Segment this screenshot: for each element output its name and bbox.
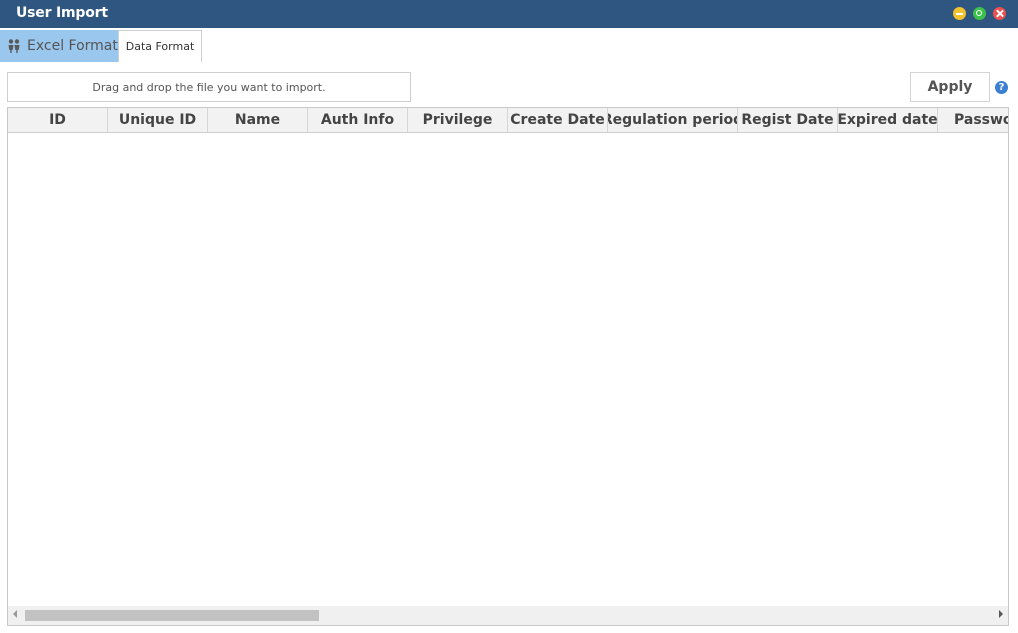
restore-icon[interactable] — [973, 7, 986, 20]
tab-data-format-label: Data Format — [125, 40, 195, 53]
window-title: User Import — [16, 5, 108, 21]
column-header-unique-id[interactable]: Unique ID — [108, 108, 208, 132]
column-header-name[interactable]: Name — [208, 108, 308, 132]
title-bar[interactable]: User Import — [0, 0, 1018, 28]
scroll-right-icon[interactable] — [999, 610, 1003, 618]
horizontal-scrollbar[interactable] — [8, 606, 1008, 625]
scrollbar-thumb[interactable] — [25, 610, 319, 621]
tab-excel-format[interactable]: Excel Format — [0, 30, 118, 62]
column-header-password[interactable]: Password — [938, 108, 1008, 132]
user-grid[interactable]: ID Unique ID Name Auth Info Privilege Cr… — [7, 107, 1009, 626]
column-header-id[interactable]: ID — [8, 108, 108, 132]
column-header-auth-info[interactable]: Auth Info — [308, 108, 408, 132]
column-header-privilege[interactable]: Privilege — [408, 108, 508, 132]
scroll-left-icon[interactable] — [13, 610, 17, 618]
apply-button-label: Apply — [927, 79, 973, 95]
grid-body[interactable] — [8, 133, 1008, 606]
column-header-regist-date[interactable]: Regist Date — [738, 108, 838, 132]
tab-data-format[interactable]: Data Format — [118, 30, 202, 62]
drop-zone-text: Drag and drop the file you want to impor… — [92, 80, 326, 94]
column-header-create-date[interactable]: Create Date — [508, 108, 608, 132]
minimize-icon[interactable] — [953, 7, 966, 20]
column-header-expired-date[interactable]: Expired date — [838, 108, 938, 132]
close-icon[interactable] — [993, 7, 1006, 20]
help-icon[interactable]: ? — [995, 81, 1008, 94]
users-icon — [8, 39, 20, 53]
column-header-regulation-period[interactable]: Regulation period — [608, 108, 738, 132]
apply-button[interactable]: Apply — [910, 72, 990, 102]
file-drop-zone[interactable]: Drag and drop the file you want to impor… — [7, 72, 411, 102]
tab-excel-format-label: Excel Format — [27, 38, 118, 54]
user-import-window: User Import Excel Format Data Format Dra… — [0, 0, 1018, 633]
grid-header: ID Unique ID Name Auth Info Privilege Cr… — [8, 108, 1008, 133]
